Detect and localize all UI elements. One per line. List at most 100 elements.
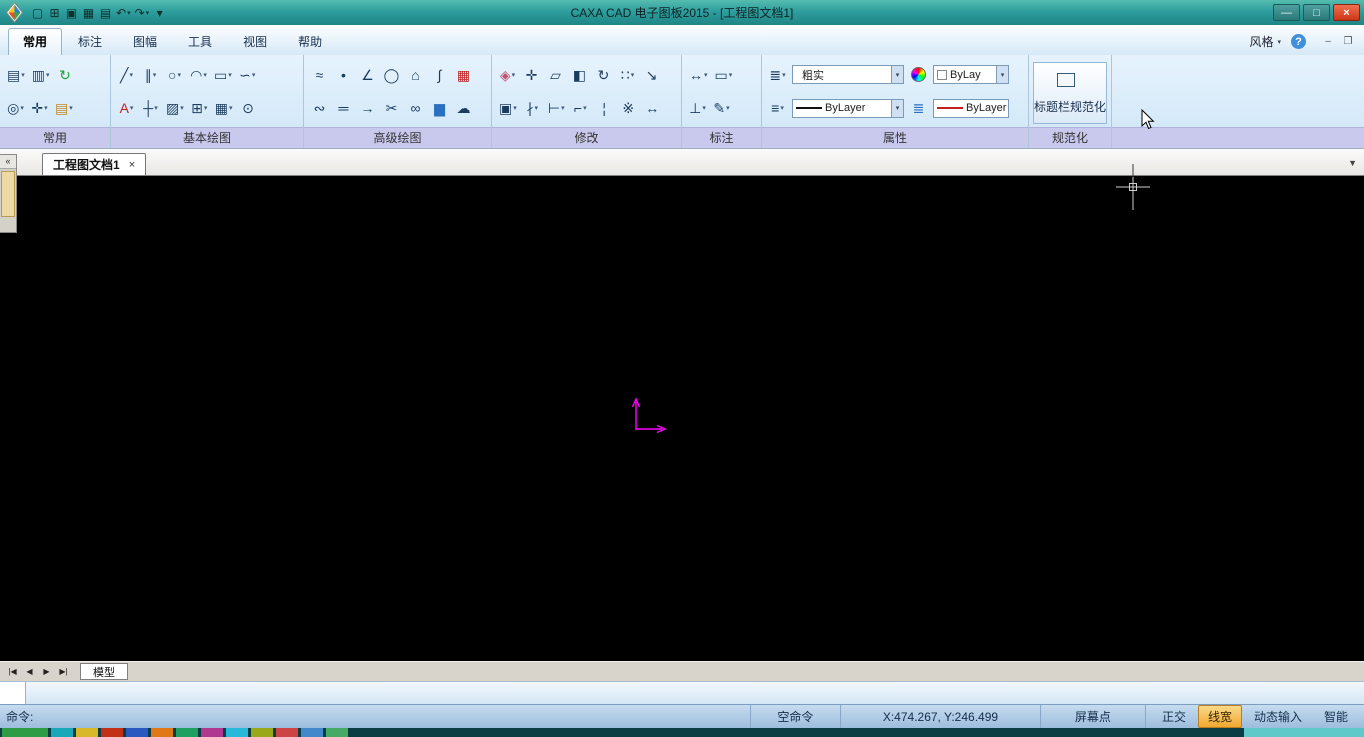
array-icon[interactable]: ∷▾ xyxy=(616,62,639,88)
hatch-icon[interactable]: ▨▾ xyxy=(163,95,187,121)
tab-biaozhu[interactable]: 标注 xyxy=(63,28,117,55)
redo-icon[interactable]: ↷▾ xyxy=(133,4,152,22)
extend-icon[interactable]: ⊢▾ xyxy=(545,95,568,121)
datum-icon[interactable]: ⊥▾ xyxy=(686,95,709,121)
dropdown-arrow-icon[interactable]: ▾ xyxy=(891,100,903,117)
panel-toggle-icon[interactable]: « xyxy=(0,155,16,169)
tab-gongju[interactable]: 工具 xyxy=(173,28,227,55)
start-button[interactable] xyxy=(2,728,48,737)
first-page-button[interactable]: |◀ xyxy=(4,667,21,676)
table-icon[interactable]: ▦▾ xyxy=(212,95,236,121)
tab-changyong[interactable]: 常用 xyxy=(8,28,62,55)
text-icon[interactable]: A▾ xyxy=(115,95,138,121)
taskbar-icon[interactable] xyxy=(176,728,198,737)
centerline-icon[interactable]: ┼▾ xyxy=(139,95,162,121)
fill-icon[interactable]: ▣▾ xyxy=(496,95,520,121)
linetype-list-icon[interactable]: ≣ xyxy=(907,95,930,121)
title-block-standardize-button[interactable]: 标题栏规范化 xyxy=(1033,62,1107,124)
formula-curve-icon[interactable]: ∫ xyxy=(428,62,451,88)
next-page-button[interactable]: ▶ xyxy=(38,667,55,676)
model-tab[interactable]: 模型 xyxy=(80,663,128,680)
delete-icon[interactable]: ◈▾ xyxy=(496,62,519,88)
maximize-button[interactable]: □ xyxy=(1303,4,1330,21)
toggle-dynamic-input[interactable]: 动态输入 xyxy=(1244,705,1312,728)
pan-icon[interactable]: ✛▾ xyxy=(28,95,51,121)
help-icon[interactable]: ? xyxy=(1291,34,1306,49)
tab-bangzhu[interactable]: 帮助 xyxy=(283,28,337,55)
corner-icon[interactable]: ⌐▾ xyxy=(569,95,592,121)
block-icon[interactable]: ⊞▾ xyxy=(188,95,211,121)
double-line-icon[interactable]: ═ xyxy=(332,95,355,121)
save-icon[interactable]: ▣ xyxy=(63,4,80,22)
system-tray[interactable] xyxy=(1244,728,1364,737)
polygon-icon[interactable]: ⌂ xyxy=(404,62,427,88)
toggle-lineweight[interactable]: 线宽 xyxy=(1198,705,1242,728)
parallel-line-icon[interactable]: ∥▾ xyxy=(139,62,162,88)
document-tab[interactable]: 工程图文档1 × xyxy=(42,153,146,175)
plot-icon[interactable]: ▤▾ xyxy=(52,95,76,121)
close-button[interactable]: × xyxy=(1333,4,1360,21)
prev-page-button[interactable]: ◀ xyxy=(21,667,38,676)
stretch-icon[interactable]: ↔ xyxy=(641,95,664,121)
format-brush-icon[interactable]: ▥▾ xyxy=(29,62,53,88)
data-table-icon[interactable]: ▦ xyxy=(452,62,475,88)
taskbar-icon[interactable] xyxy=(51,728,73,737)
dimension-icon[interactable]: ↔▾ xyxy=(686,62,711,88)
cloud-line-icon[interactable]: ☁ xyxy=(452,95,475,121)
lineweight-icon[interactable]: ≡▾ xyxy=(766,95,789,121)
tab-shitu[interactable]: 视图 xyxy=(228,28,282,55)
collapsed-panel-tab[interactable] xyxy=(1,171,15,217)
linetype-combo[interactable]: ByLayer ▾ xyxy=(792,99,904,118)
chart-icon[interactable]: ▆ xyxy=(428,95,451,121)
paste-icon[interactable]: ▤▾ xyxy=(4,62,28,88)
copy-icon[interactable]: ▱ xyxy=(544,62,567,88)
perpendicular-line-icon[interactable]: ∠ xyxy=(356,62,379,88)
dropdown-arrow-icon[interactable]: ▾ xyxy=(891,66,903,83)
point-capture-mode[interactable]: 屏幕点 xyxy=(1040,705,1145,728)
trim-icon[interactable]: ∤▾ xyxy=(521,95,544,121)
taskbar-icon[interactable] xyxy=(201,728,223,737)
taskbar-icon[interactable] xyxy=(326,728,348,737)
toggle-ortho[interactable]: 正交 xyxy=(1152,705,1196,728)
ellipse-icon[interactable]: ◯ xyxy=(380,62,403,88)
taskbar-icon[interactable] xyxy=(301,728,323,737)
taskbar-icon[interactable] xyxy=(276,728,298,737)
linecolor-combo[interactable]: ByLayer ▾ xyxy=(933,99,1009,118)
command-history-bar[interactable] xyxy=(0,681,1364,704)
new-file-icon[interactable]: ▢ xyxy=(29,4,46,22)
layer-combo[interactable]: 粗实 ▾ xyxy=(792,65,904,84)
sample-icon[interactable]: ✂ xyxy=(380,95,403,121)
dropdown-arrow-icon[interactable]: ▾ xyxy=(996,66,1008,83)
tab-close-icon[interactable]: × xyxy=(129,159,135,171)
dim-edit-icon[interactable]: ✎▾ xyxy=(710,95,733,121)
taskbar-icon[interactable] xyxy=(251,728,273,737)
save-all-icon[interactable]: ▦ xyxy=(80,4,97,22)
color-combo[interactable]: ByLay ▾ xyxy=(933,65,1009,84)
taskbar-icon[interactable] xyxy=(126,728,148,737)
arc-icon[interactable]: ◠▾ xyxy=(187,62,210,88)
taskbar-icon[interactable] xyxy=(226,728,248,737)
line-icon[interactable]: ╱▾ xyxy=(115,62,138,88)
print-icon[interactable]: ▤ xyxy=(97,4,114,22)
chain-icon[interactable]: ∞ xyxy=(404,95,427,121)
last-page-button[interactable]: ▶| xyxy=(55,667,72,676)
tab-tufu[interactable]: 图幅 xyxy=(118,28,172,55)
zoom-icon[interactable]: ◎▾ xyxy=(4,95,27,121)
scale-icon[interactable]: ↘ xyxy=(640,62,663,88)
undo-icon[interactable]: ↶▾ xyxy=(114,4,133,22)
explode-icon[interactable]: ※ xyxy=(617,95,640,121)
style-menu-button[interactable]: 风格▾ xyxy=(1249,33,1281,50)
leader-icon[interactable]: → xyxy=(356,95,379,121)
leader-note-icon[interactable]: ▭▾ xyxy=(712,62,736,88)
circle-icon[interactable]: ○▾ xyxy=(163,62,186,88)
taskbar-icon[interactable] xyxy=(76,728,98,737)
color-wheel-icon[interactable] xyxy=(907,62,930,88)
spline-icon[interactable]: ≈ xyxy=(308,62,331,88)
polyline-icon[interactable]: ∽▾ xyxy=(236,62,259,88)
rectangle-icon[interactable]: ▭▾ xyxy=(211,62,235,88)
move-icon[interactable]: ✛ xyxy=(520,62,543,88)
rotate-icon[interactable]: ↻ xyxy=(592,62,615,88)
detail-view-icon[interactable]: ⊙ xyxy=(237,95,260,121)
doc-minimize-icon[interactable]: – xyxy=(1320,35,1336,49)
taskbar-icon[interactable] xyxy=(151,728,173,737)
